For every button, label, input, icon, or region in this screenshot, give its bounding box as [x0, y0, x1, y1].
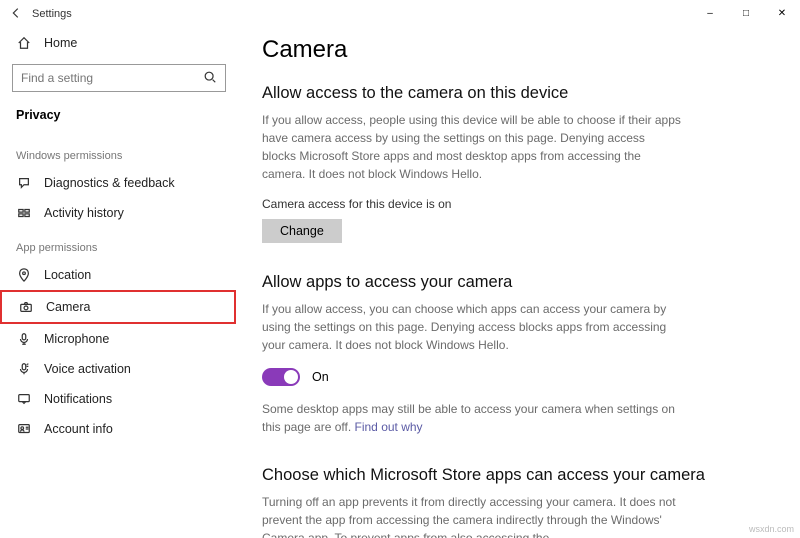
section-title: Choose which Microsoft Store apps can ac… — [262, 466, 776, 485]
sidebar-item-voice-activation[interactable]: Voice activation — [0, 354, 236, 384]
notifications-icon — [16, 392, 32, 406]
titlebar: Settings – □ ✕ — [0, 0, 800, 28]
microphone-icon — [16, 332, 32, 346]
sidebar-item-home[interactable]: Home — [0, 28, 236, 58]
sidebar: Home Privacy Windows permissions Diagnos… — [0, 28, 240, 538]
sidebar-item-label: Notifications — [44, 392, 112, 406]
sidebar-group-windows-label: Windows permissions — [0, 136, 236, 168]
sidebar-group-app-label: App permissions — [0, 228, 236, 260]
section-body: Turning off an app prevents it from dire… — [262, 493, 682, 538]
find-out-why-link[interactable]: Find out why — [355, 420, 423, 434]
section-store-apps: Choose which Microsoft Store apps can ac… — [262, 466, 776, 538]
search-icon — [203, 70, 217, 87]
close-button[interactable]: ✕ — [764, 0, 800, 28]
device-access-status: Camera access for this device is on — [262, 197, 776, 211]
window-title: Settings — [32, 8, 72, 20]
sidebar-item-label: Diagnostics & feedback — [44, 176, 175, 190]
back-icon — [9, 6, 23, 20]
toggle-state-label: On — [312, 370, 329, 384]
sidebar-item-label: Location — [44, 268, 91, 282]
section-device-access: Allow access to the camera on this devic… — [262, 84, 776, 243]
account-icon — [16, 422, 32, 436]
minimize-button[interactable]: – — [692, 0, 728, 28]
home-icon — [16, 36, 32, 50]
sidebar-item-label: Account info — [44, 422, 113, 436]
sidebar-item-camera[interactable]: Camera — [0, 290, 236, 324]
sidebar-item-location[interactable]: Location — [0, 260, 236, 290]
sidebar-item-activity-history[interactable]: Activity history — [0, 198, 236, 228]
sidebar-item-label: Activity history — [44, 206, 124, 220]
section-app-access: Allow apps to access your camera If you … — [262, 273, 776, 436]
sidebar-item-notifications[interactable]: Notifications — [0, 384, 236, 414]
sidebar-item-microphone[interactable]: Microphone — [0, 324, 236, 354]
sidebar-item-account-info[interactable]: Account info — [0, 414, 236, 444]
search-input-container[interactable] — [12, 64, 226, 92]
voice-icon — [16, 362, 32, 376]
maximize-button[interactable]: □ — [728, 0, 764, 28]
watermark: wsxdn.com — [749, 524, 794, 534]
page-title: Camera — [262, 36, 776, 64]
feedback-icon — [16, 176, 32, 190]
section-title: Allow apps to access your camera — [262, 273, 776, 292]
sidebar-item-label: Home — [44, 36, 77, 50]
location-icon — [16, 268, 32, 282]
change-button[interactable]: Change — [262, 219, 342, 243]
desktop-apps-note: Some desktop apps may still be able to a… — [262, 400, 682, 436]
sidebar-current-section: Privacy — [0, 102, 236, 136]
activity-icon — [16, 206, 32, 220]
camera-icon — [18, 300, 34, 314]
camera-access-toggle[interactable] — [262, 368, 300, 386]
search-input[interactable] — [21, 71, 203, 85]
sidebar-item-label: Camera — [46, 300, 90, 314]
back-button[interactable] — [0, 6, 32, 23]
sidebar-item-label: Microphone — [44, 332, 109, 346]
section-title: Allow access to the camera on this devic… — [262, 84, 776, 103]
section-body: If you allow access, people using this d… — [262, 111, 682, 183]
sidebar-item-diagnostics[interactable]: Diagnostics & feedback — [0, 168, 236, 198]
content-pane[interactable]: Camera Allow access to the camera on thi… — [240, 28, 800, 538]
sidebar-item-label: Voice activation — [44, 362, 131, 376]
section-body: If you allow access, you can choose whic… — [262, 300, 682, 354]
